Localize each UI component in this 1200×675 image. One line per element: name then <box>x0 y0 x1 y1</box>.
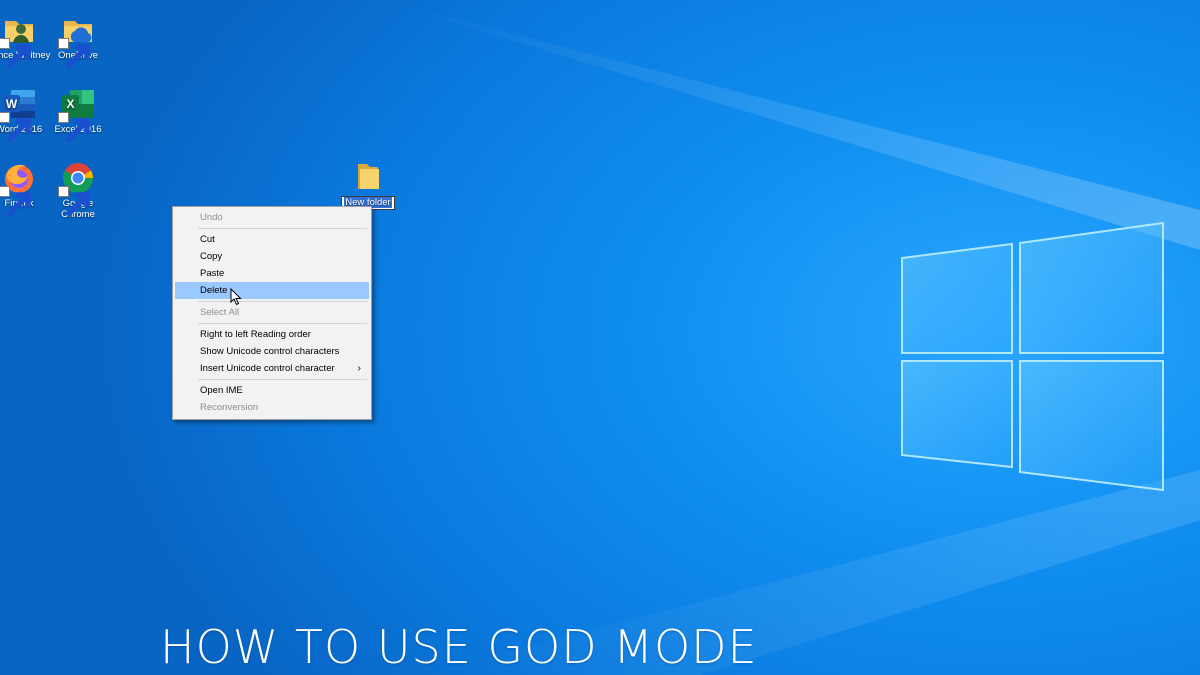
svg-text:X: X <box>66 97 74 111</box>
menu-item-right-to-left[interactable]: Right to left Reading order <box>175 326 369 343</box>
shortcut-arrow-icon <box>0 186 31 217</box>
firefox-icon <box>0 160 37 217</box>
context-menu: Undo Cut Copy Paste Delete Select All Ri… <box>172 206 372 420</box>
desktop-icon-lance-whitney[interactable]: Lance Whitney <box>0 12 51 69</box>
shortcut-arrow-icon <box>0 112 31 143</box>
menu-item-label: Insert Unicode control character <box>200 363 335 374</box>
chrome-icon <box>58 160 96 217</box>
menu-item-label: Delete <box>200 285 228 296</box>
menu-item-label: Undo <box>200 212 223 223</box>
video-caption: HOW TO USE GOD MODE <box>160 620 758 674</box>
menu-item-label: Show Unicode control characters <box>200 346 340 357</box>
menu-item-label: Cut <box>200 234 215 245</box>
menu-item-insert-unicode[interactable]: Insert Unicode control character › <box>175 360 369 377</box>
menu-separator <box>198 323 367 324</box>
onedrive-folder-icon <box>58 12 96 69</box>
menu-item-show-unicode[interactable]: Show Unicode control characters <box>175 343 369 360</box>
folder-icon <box>355 160 381 192</box>
menu-item-label: Paste <box>200 268 225 279</box>
desktop-icon-excel[interactable]: X Excel 2016 <box>46 86 110 143</box>
shortcut-arrow-icon <box>58 186 90 217</box>
menu-item-label: Copy <box>200 251 223 262</box>
excel-icon: X <box>58 86 96 143</box>
menu-item-label: Right to left Reading order <box>200 329 311 340</box>
shortcut-arrow-icon <box>58 38 90 69</box>
menu-item-label: Open IME <box>200 385 243 396</box>
menu-item-undo[interactable]: Undo <box>175 209 369 226</box>
menu-item-open-ime[interactable]: Open IME <box>175 382 369 399</box>
user-folder-icon <box>0 12 37 69</box>
menu-separator <box>198 379 367 380</box>
desktop-icon-new-folder[interactable]: New folder <box>336 160 400 210</box>
word-icon: W <box>0 86 37 143</box>
menu-item-reconversion[interactable]: Reconversion <box>175 399 369 416</box>
shortcut-arrow-icon <box>0 38 31 69</box>
menu-item-label: Select All <box>200 307 240 318</box>
desktop-icon-word[interactable]: W Word 2016 <box>0 86 51 143</box>
menu-item-select-all[interactable]: Select All <box>175 304 369 321</box>
desktop-icon-onedrive[interactable]: OneDrive <box>46 12 110 69</box>
svg-text:W: W <box>6 97 18 111</box>
menu-separator <box>198 228 367 229</box>
desktop-icon-google-chrome[interactable]: Google Chrome <box>46 160 110 220</box>
mouse-cursor-icon <box>230 288 242 306</box>
desktop-icon-firefox[interactable]: Firefox <box>0 160 51 217</box>
menu-item-paste[interactable]: Paste <box>175 265 369 282</box>
menu-item-delete[interactable]: Delete <box>175 282 369 299</box>
menu-item-cut[interactable]: Cut <box>175 231 369 248</box>
submenu-arrow-icon: › <box>357 363 361 374</box>
menu-item-copy[interactable]: Copy <box>175 248 369 265</box>
menu-separator <box>198 301 367 302</box>
menu-item-label: Reconversion <box>200 402 259 413</box>
shortcut-arrow-icon <box>58 112 90 143</box>
